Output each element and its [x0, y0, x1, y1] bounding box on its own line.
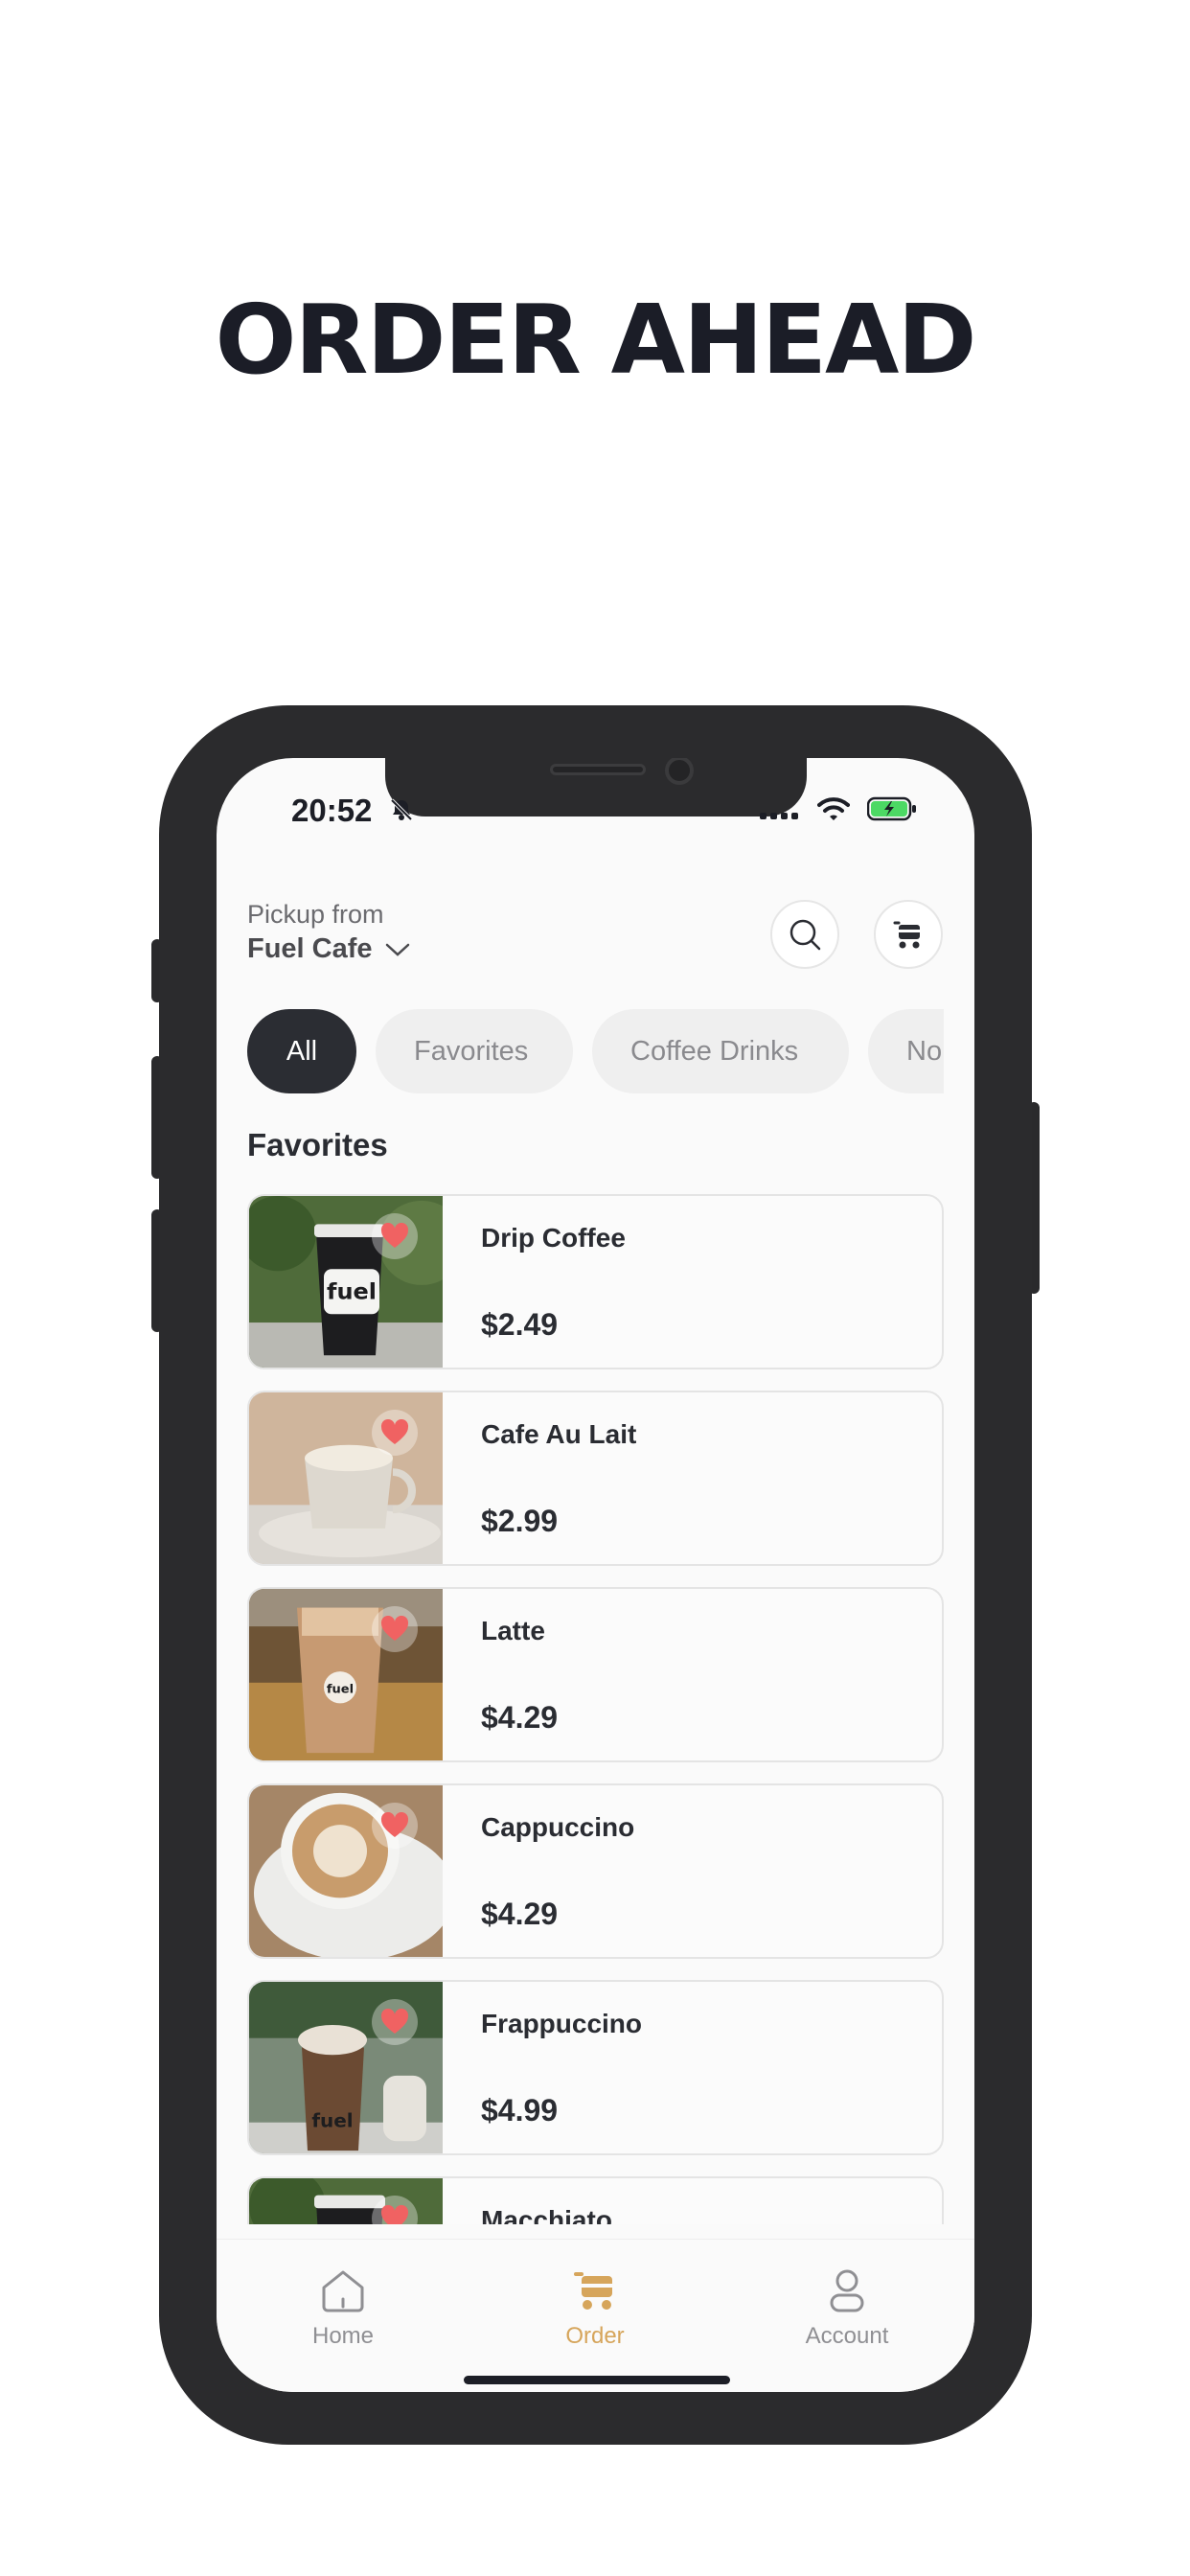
bell-slash-icon [390, 798, 413, 821]
item-price: $4.29 [481, 1700, 559, 1735]
favorite-button[interactable] [372, 1606, 418, 1652]
tab-order-label: Order [565, 2323, 625, 2349]
location-selector[interactable]: Fuel Cafe [247, 933, 411, 965]
heart-icon [380, 1616, 409, 1641]
tab-account-label: Account [805, 2323, 889, 2349]
favorite-button[interactable] [372, 1410, 418, 1456]
status-icons [760, 796, 917, 821]
phone-frame: 20:52 Pickup from Fuel Cafe All Favorite… [159, 705, 1032, 2445]
category-chips: All Favorites Coffee Drinks No [247, 1009, 944, 1095]
tab-home[interactable]: Home [266, 2268, 420, 2350]
item-name: Frappuccino [481, 2009, 643, 2038]
item-price: $2.49 [481, 1307, 559, 1342]
tab-bar: Home Order Account [217, 2239, 974, 2392]
heart-icon [380, 2009, 409, 2034]
phone-notch [385, 758, 807, 816]
search-button[interactable] [770, 900, 839, 969]
menu-item-card[interactable]: fuel Drip Coffee $2.49 [247, 1194, 944, 1369]
favorite-button[interactable] [372, 1213, 418, 1259]
home-icon [322, 2270, 364, 2312]
heart-icon [380, 1223, 409, 1248]
search-icon [790, 919, 821, 951]
item-name: Macchiato [481, 2205, 612, 2224]
chip-favorites[interactable]: Favorites [376, 1009, 573, 1093]
tab-home-label: Home [311, 2323, 375, 2349]
heart-icon [380, 2205, 409, 2224]
battery-charging-icon [867, 796, 916, 821]
item-name: Latte [481, 1616, 545, 1645]
favorite-button[interactable] [372, 1999, 418, 2045]
tab-account[interactable]: Account [770, 2268, 924, 2350]
marketing-headline: ORDER AHEAD [215, 284, 977, 396]
heart-icon [380, 1812, 409, 1837]
chip-coffee-drinks[interactable]: Coffee Drinks [592, 1009, 849, 1093]
favorite-button[interactable] [372, 1803, 418, 1849]
cappuccino-photo [249, 1785, 443, 1957]
frappuccino-photo: fuel [249, 1982, 443, 2153]
menu-item-card[interactable]: Cafe Au Lait $2.99 [247, 1391, 944, 1566]
location-name: Fuel Cafe [247, 933, 373, 964]
chevron-down-icon [385, 943, 409, 956]
cart-button[interactable] [874, 900, 943, 969]
svg-text:fuel: fuel [327, 1683, 354, 1697]
menu-item-card[interactable]: fuel Frappuccino $4.99 [247, 1980, 944, 2155]
heart-icon [380, 1419, 409, 1444]
cart-icon [893, 921, 920, 949]
pickup-label: Pickup from [247, 900, 384, 929]
user-icon [830, 2269, 864, 2312]
svg-text:fuel: fuel [311, 2110, 353, 2132]
drip-coffee-photo: fuel [249, 1196, 443, 1368]
item-name: Drip Coffee [481, 1223, 626, 1253]
menu-list: fuel Drip Coffee $2.49 Cafe Au Lait $2.9… [247, 1194, 944, 2224]
menu-item-card[interactable]: Cappuccino $4.29 [247, 1783, 944, 1959]
item-price: $4.99 [481, 2093, 559, 2128]
app-screen: 20:52 Pickup from Fuel Cafe All Favorite… [217, 758, 974, 2392]
status-time: 20:52 [291, 793, 373, 828]
menu-item-card[interactable]: fuel Latte $4.29 [247, 1587, 944, 1762]
chip-all[interactable]: All [247, 1009, 356, 1093]
chip-next-category[interactable]: No [868, 1009, 944, 1093]
front-camera [665, 758, 694, 785]
item-name: Cappuccino [481, 1812, 635, 1842]
tab-order[interactable]: Order [518, 2268, 672, 2350]
wifi-icon [817, 797, 850, 820]
item-price: $2.99 [481, 1504, 559, 1538]
svg-text:fuel: fuel [327, 1278, 377, 1305]
item-name: Cafe Au Lait [481, 1419, 637, 1449]
section-title: Favorites [247, 1127, 388, 1162]
latte-photo: fuel [249, 1589, 443, 1760]
cafe-au-lait-photo [249, 1392, 443, 1564]
earpiece-speaker [550, 764, 646, 775]
cart-icon [574, 2272, 612, 2310]
menu-item-card[interactable]: Macchiato [247, 2176, 944, 2224]
cellular-signal-icon [760, 813, 798, 819]
item-price: $4.29 [481, 1897, 559, 1931]
home-indicator[interactable] [464, 2376, 730, 2384]
